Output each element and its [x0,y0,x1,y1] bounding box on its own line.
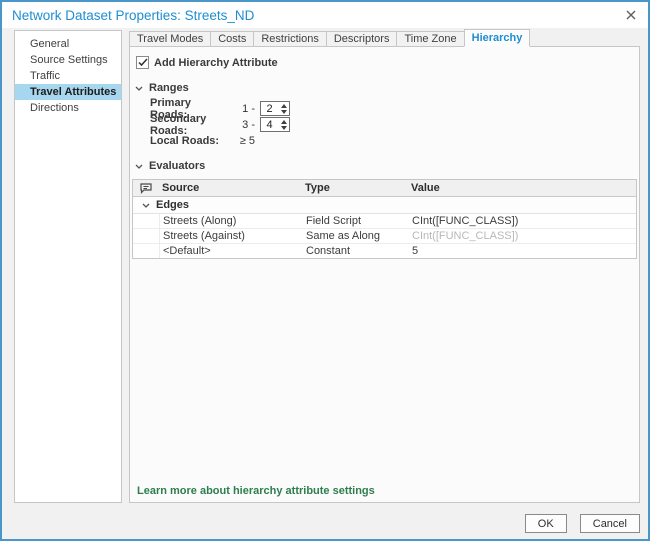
tab-costs[interactable]: Costs [210,31,254,47]
tab-hierarchy[interactable]: Hierarchy [464,29,531,47]
hierarchy-tab-panel: Add Hierarchy Attribute Ranges Primary R… [129,46,640,503]
ok-button[interactable]: OK [525,514,567,533]
evaluators-table: Source Type Value Edges Streets (Along) … [132,179,637,259]
sidebar-item-general[interactable]: General [15,36,121,52]
table-row[interactable]: <Default> Constant 5 [133,244,636,258]
comment-icon [133,180,159,196]
sidebar-item-directions[interactable]: Directions [15,100,121,116]
tab-restrictions[interactable]: Restrictions [253,31,326,47]
column-header-value[interactable]: Value [411,182,636,194]
evaluators-section-header[interactable]: Evaluators [135,160,639,172]
row-selector-cell[interactable] [133,229,160,243]
value-cell[interactable]: CInt([FUNC_CLASS]) [412,215,636,227]
local-roads-row: Local Roads: ≥ 5 [150,133,639,148]
learn-more-link[interactable]: Learn more about hierarchy attribute set… [137,485,375,497]
secondary-roads-max-value: 4 [261,119,278,131]
ranges-group: Primary Roads: 1 - 2 Secondary Roads: 3 … [150,101,639,148]
secondary-roads-label: Secondary Roads: [150,113,229,137]
sidebar: General Source Settings Traffic Travel A… [14,30,122,503]
check-icon [138,58,148,67]
chevron-down-icon [135,164,143,169]
spinner-arrows-icon[interactable] [278,118,289,131]
edges-group-row[interactable]: Edges [133,197,636,214]
row-selector-cell[interactable] [133,244,160,258]
primary-roads-max-spinner[interactable]: 2 [260,101,290,116]
primary-roads-range-start: 1 - [229,103,255,115]
edges-group-label: Edges [156,199,189,211]
secondary-roads-range-start: 3 - [229,119,255,131]
dialog-body: General Source Settings Traffic Travel A… [14,30,640,503]
add-hierarchy-attribute-checkbox[interactable] [136,56,149,69]
secondary-roads-max-spinner[interactable]: 4 [260,117,290,132]
secondary-roads-row: Secondary Roads: 3 - 4 [150,117,639,132]
cancel-button[interactable]: Cancel [580,514,640,533]
tab-descriptors[interactable]: Descriptors [326,31,398,47]
local-roads-label: Local Roads: [150,135,229,147]
column-header-type[interactable]: Type [305,182,411,194]
primary-roads-max-value: 2 [261,103,278,115]
add-hierarchy-attribute-row: Add Hierarchy Attribute [136,55,639,70]
ranges-section-label: Ranges [149,82,189,94]
button-bar: OK Cancel [525,514,640,533]
table-row[interactable]: Streets (Along) Field Script CInt([FUNC_… [133,214,636,229]
source-cell: <Default> [160,245,306,257]
close-icon[interactable] [624,8,638,22]
column-header-source[interactable]: Source [159,182,305,194]
sidebar-item-travel-attributes[interactable]: Travel Attributes [15,84,121,100]
value-cell[interactable]: 5 [412,245,636,257]
sidebar-item-source-settings[interactable]: Source Settings [15,52,121,68]
spinner-arrows-icon[interactable] [278,102,289,115]
evaluators-section-label: Evaluators [149,160,205,172]
table-row[interactable]: Streets (Against) Same as Along CInt([FU… [133,229,636,244]
local-roads-range: ≥ 5 [229,135,255,147]
tab-strip: Travel Modes Costs Restrictions Descript… [129,30,640,47]
evaluators-table-header: Source Type Value [133,180,636,197]
sidebar-item-traffic[interactable]: Traffic [15,68,121,84]
title-bar: Network Dataset Properties: Streets_ND [2,2,648,28]
chevron-down-icon [135,86,143,91]
type-cell[interactable]: Same as Along [306,230,412,242]
tab-time-zone[interactable]: Time Zone [396,31,464,47]
content-area: Travel Modes Costs Restrictions Descript… [129,30,640,503]
network-dataset-properties-dialog: Network Dataset Properties: Streets_ND G… [0,0,650,541]
chevron-down-icon [142,203,150,208]
ranges-section-header[interactable]: Ranges [135,82,639,94]
dialog-title: Network Dataset Properties: Streets_ND [12,8,254,23]
row-selector-cell[interactable] [133,214,160,228]
add-hierarchy-attribute-label: Add Hierarchy Attribute [154,57,278,69]
value-cell[interactable]: CInt([FUNC_CLASS]) [412,230,636,242]
type-cell[interactable]: Field Script [306,215,412,227]
type-cell[interactable]: Constant [306,245,412,257]
tab-travel-modes[interactable]: Travel Modes [129,31,211,47]
source-cell: Streets (Along) [160,215,306,227]
source-cell: Streets (Against) [160,230,306,242]
